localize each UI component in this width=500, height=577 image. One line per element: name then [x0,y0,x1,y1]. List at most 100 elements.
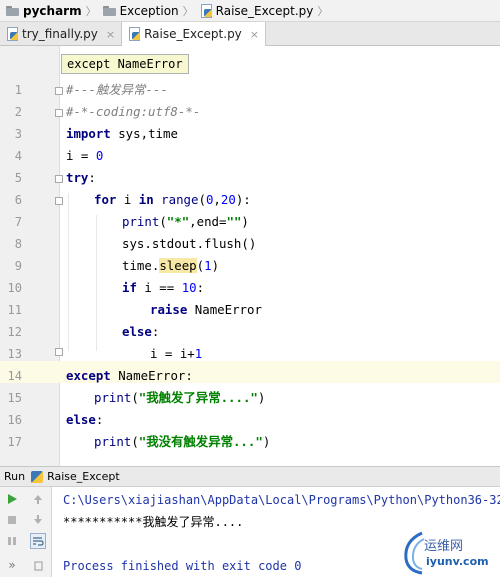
tab-label: Raise_Except.py [144,27,242,41]
tab-raise-except[interactable]: Raise_Except.py × [122,22,267,47]
code-line[interactable]: i = i+1 [150,343,202,365]
scroll-up-icon[interactable] [30,491,46,507]
code-text: i == [136,280,182,295]
code-line[interactable]: print("我没有触发异常...") [94,431,270,453]
code-line[interactable]: print("我触发了异常....") [94,387,265,409]
builtin: print [94,434,132,449]
fold-marker[interactable] [55,197,63,205]
code-text: ( [131,390,139,405]
code-line[interactable]: #-*-coding:utf8-*- [66,101,200,123]
keyword: else [66,412,96,427]
code-line[interactable]: import sys,time [66,123,178,145]
code-line[interactable]: try: [66,167,96,189]
breadcrumb-folder-label: Exception [119,3,179,18]
string-literal: "" [226,214,242,229]
chevron-right-icon: 〉 [317,4,329,18]
editor-tab-bar: try_finally.py × Raise_Except.py × [0,22,500,47]
line-number: 5 [14,171,22,185]
number-literal: 0 [95,148,104,163]
close-icon[interactable]: × [250,28,259,41]
fold-marker[interactable] [55,348,63,356]
code-text: time. [122,258,160,273]
builtin: range [161,192,199,207]
console-output-line: ***********我触发了异常.... [63,515,244,529]
code-text: , [213,192,221,207]
code-line[interactable]: else: [66,409,103,431]
code-text: : [95,412,104,427]
console-exit-line: Process finished with exit code 0 [63,559,302,573]
code-line[interactable]: if i == 10: [122,277,204,299]
code-line[interactable]: #---触发异常--- [66,79,168,101]
line-number: 10 [7,281,22,295]
indent-guide [96,215,97,351]
run-toolbar: » [0,487,52,577]
code-text: i = i+ [150,346,195,361]
pause-icon[interactable] [4,533,20,549]
tab-label: try_finally.py [22,27,98,41]
code-line[interactable]: time.sleep(1) [122,255,219,277]
number-literal: 1 [204,258,212,273]
keyword: else [122,324,152,339]
code-text: : [151,324,160,339]
clear-all-icon[interactable] [30,557,46,573]
code-text: ( [159,214,167,229]
string-literal: "我触发了异常...." [138,390,258,405]
stop-icon[interactable] [4,512,20,528]
scope-tooltip: except NameError [61,54,189,74]
string-literal: "我没有触发异常..." [138,434,263,449]
fold-marker[interactable] [55,175,63,183]
line-number: 8 [14,237,22,251]
code-line[interactable]: raise NameError [150,299,262,321]
code-line[interactable]: except NameError: [66,365,193,387]
code-text: sys.stdout.flush() [122,236,257,251]
tab-try-finally[interactable]: try_finally.py × [0,22,123,46]
python-file-icon [128,27,141,41]
chevron-right-icon: 〉 [182,4,194,18]
code-text: NameError [187,302,262,317]
line-number: 7 [14,215,22,229]
line-number: 16 [7,413,22,427]
line-number: 2 [14,105,22,119]
line-number: 3 [14,127,22,141]
chevron-right-icon: 〉 [85,4,97,18]
code-text: sys,time [110,126,178,141]
close-icon[interactable]: × [106,28,115,41]
folder-icon [6,5,19,16]
breadcrumb: pycharm 〉 Exception 〉 Raise_Except.py 〉 [0,0,500,22]
code-line[interactable]: print("*",end="") [122,211,249,233]
breadcrumb-project[interactable]: pycharm [4,0,84,22]
code-text: ): [235,192,251,207]
code-text: ) [262,434,271,449]
code-line[interactable]: for i in range(0,20): [94,189,251,211]
highlighted-identifier: sleep [159,258,197,273]
fold-marker[interactable] [55,87,63,95]
code-line[interactable]: sys.stdout.flush() [122,233,256,255]
breadcrumb-project-label: pycharm [23,3,82,18]
more-icon[interactable]: » [4,557,20,573]
line-number: 12 [7,325,22,339]
run-panel-title[interactable]: Run [4,470,25,483]
breadcrumb-file-label: Raise_Except.py [215,3,314,18]
code-text: ( [198,192,206,207]
watermark-url: iyunv.com [426,555,489,568]
code-line[interactable]: else: [122,321,159,343]
breadcrumb-file[interactable]: Raise_Except.py [198,0,316,22]
keyword: except [66,368,111,383]
scroll-down-icon[interactable] [30,512,46,528]
line-number: 13 [7,347,22,361]
code-line[interactable]: i = 0 [66,145,103,167]
string-literal: "*" [166,214,190,229]
code-editor[interactable]: 1 2 3 4 5 6 7 8 9 10 11 12 13 14 15 16 1… [0,46,500,466]
number-literal: 20 [220,192,236,207]
line-number: 15 [7,391,22,405]
keyword: raise [150,302,188,317]
python-run-config-icon [31,470,44,483]
fold-marker[interactable] [55,109,63,117]
run-config-name[interactable]: Raise_Except [47,470,120,483]
python-file-icon [6,27,18,41]
soft-wrap-icon[interactable] [30,533,46,549]
rerun-icon[interactable] [4,491,20,507]
line-number: 4 [14,149,22,163]
code-text: i = [66,148,96,163]
breadcrumb-folder[interactable]: Exception [101,0,181,22]
